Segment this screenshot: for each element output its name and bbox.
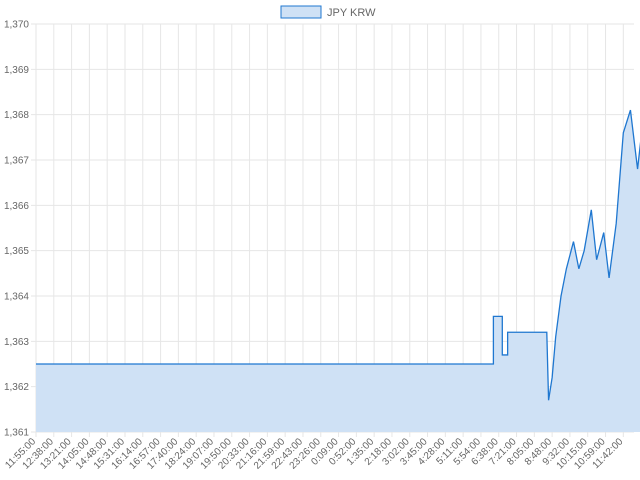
legend-label[interactable]: JPY KRW bbox=[327, 7, 376, 19]
y-tick-label: 1,366 bbox=[4, 201, 29, 212]
y-tick-label: 1,363 bbox=[4, 337, 29, 348]
y-axis-ticks: 1,361 1,362 1,363 1,364 1,365 1,366 1,367 1,368… bbox=[4, 20, 29, 439]
legend[interactable]: JPY KRW bbox=[280, 5, 376, 19]
x-axis-ticks: 11:55:0012:38:0013:21:0014:05:0014:48:00… bbox=[3, 436, 625, 472]
series-line bbox=[36, 109, 640, 401]
legend-swatch[interactable] bbox=[280, 5, 322, 19]
y-tick-label: 1,368 bbox=[4, 110, 29, 121]
y-tick-label: 1,369 bbox=[4, 65, 29, 76]
chart: 1,361 1,362 1,363 1,364 1,365 1,366 1,367 1,368… bbox=[3, 5, 640, 472]
y-tick-label: 1,364 bbox=[4, 292, 29, 303]
series-area bbox=[36, 110, 640, 432]
y-tick-label: 1,365 bbox=[4, 246, 29, 257]
y-tick-label: 1,362 bbox=[4, 382, 29, 393]
y-tick-label: 1,361 bbox=[4, 428, 29, 439]
y-tick-label: 1,367 bbox=[4, 156, 29, 167]
y-tick-label: 1,370 bbox=[4, 20, 29, 31]
